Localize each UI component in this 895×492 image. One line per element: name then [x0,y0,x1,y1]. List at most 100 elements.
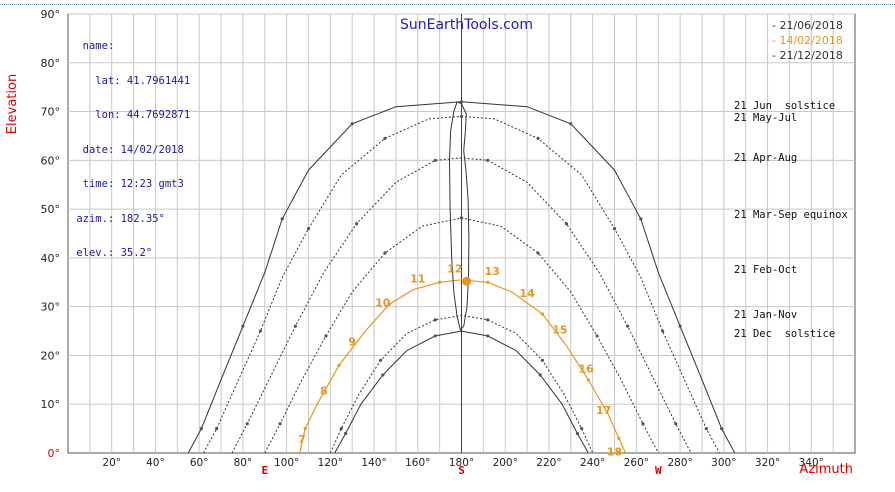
x-tick-label: 20° [102,457,121,469]
hour-dot [278,422,282,426]
hour-label: 8 [320,384,328,397]
hour-label: 11 [410,272,425,285]
compass-label: S [458,464,465,477]
y-tick-label: 90° [41,8,61,21]
hour-dot [337,363,341,367]
hour-dot [612,227,617,231]
hour-label: 9 [348,336,356,349]
hour-label: 10 [375,297,391,310]
hour-label: 13 [484,265,499,278]
y-tick-label: 50° [41,203,61,216]
y-tick-label: 20° [41,349,61,362]
hour-dot [580,427,584,431]
hour-label: 18 [607,445,622,458]
hour-dot [280,217,284,221]
hour-dot [575,431,579,436]
hour-dot [354,222,359,226]
hour-label: 17 [596,404,611,417]
hour-dot [383,136,387,140]
site-title-link[interactable]: SunEarthTools.com [400,17,533,33]
info-lon-row: lon: 44.7692871 [95,109,191,121]
legend-item: - 21/12/2018 [772,49,843,62]
x-tick-label: 240° [580,457,605,469]
compass-label: W [655,464,662,477]
hour-dot [639,217,643,221]
current-sun-marker [462,276,472,286]
x-tick-label: 300° [711,457,736,469]
hour-dot [540,358,544,362]
date-value: 14/02/2018 [120,143,184,156]
hour-dot [381,373,385,377]
hour-dot [215,427,219,431]
curve-label: 21 Mar-Sep equinox [734,208,848,221]
hour-dot [459,114,464,119]
date-legend: - 21/06/2018 - 14/02/2018 - 21/12/2018 [772,18,843,63]
info-date-row: date: 14/02/2018 [82,143,184,156]
hour-dot [536,136,540,140]
x-tick-label: 80° [234,457,253,469]
hour-label: 16 [578,363,594,376]
hour-dot [586,378,590,382]
hour-label: 15 [552,323,567,336]
curve-label: 21 Jun solstice [734,99,836,112]
hour-dot [626,324,630,328]
lat-value: 41.7961441 [126,74,191,87]
info-time-row: time: 12:23 gmt3 [82,178,184,190]
hour-dot [674,422,678,426]
y-tick-label: 70° [41,106,61,119]
curve-label: 21 Apr-Aug [734,151,798,164]
x-tick-label: 280° [667,457,692,469]
y-tick-label: 80° [41,57,61,70]
x-tick-label: 260° [624,457,649,469]
info-name-row: name: [82,40,115,52]
hour-dot [486,280,490,284]
hour-dot [538,373,542,377]
info-lat-row: lat: 41.7961441 [95,74,191,87]
time-value: 12:23 gmt3 [120,178,184,190]
y-tick-label: 10° [41,398,61,411]
hour-dot [595,334,599,338]
curve-label: 21 Jan-Nov [734,308,798,321]
compass-label: E [261,464,268,477]
hour-dot [704,427,708,431]
hour-dot [438,280,442,284]
x-tick-label: 320° [755,457,780,469]
hour-dot [617,436,621,440]
y-tick-label: 60° [41,154,61,167]
x-tick-label: 140° [361,457,386,469]
x-tick-label: 60° [190,457,209,469]
location-info-panel: name: lat: 41.7961441 lon: 44.7692871 da… [70,18,190,271]
hour-dot [258,329,262,333]
curve-label: 21 Feb-Oct [734,263,798,276]
hour-dot [199,427,203,431]
y-tick-label: 40° [41,252,61,265]
y-tick-label: 0° [48,447,61,460]
hour-dot [293,324,297,328]
x-tick-label: 40° [146,457,165,469]
hour-dot [486,318,490,322]
hour-dot [379,358,383,362]
y-tick-label: 30° [41,301,61,314]
hour-dot [486,158,490,162]
hour-label: 14 [519,287,535,300]
hour-dot [433,334,437,338]
legend-item: - 14/02/2018 [772,34,843,47]
x-tick-label: 200° [493,457,518,469]
hour-dot [720,427,724,431]
hour-dot [344,431,348,436]
lon-value: 44.7692871 [126,109,191,121]
hour-dot [245,422,249,426]
hour-dot [324,334,328,338]
hour-dot [241,324,245,328]
hour-dot [641,422,645,426]
hour-dot [339,427,343,431]
hour-dot [383,251,387,255]
x-tick-label: 120° [318,457,343,469]
hour-dot [564,222,569,226]
hour-label: 7 [298,433,306,446]
hour-dot [486,334,490,338]
x-tick-label: 220° [536,457,561,469]
azim-value: 182.35° [120,212,165,225]
hour-dot [459,216,464,220]
curve-label: 21 May-Jul [734,111,798,124]
